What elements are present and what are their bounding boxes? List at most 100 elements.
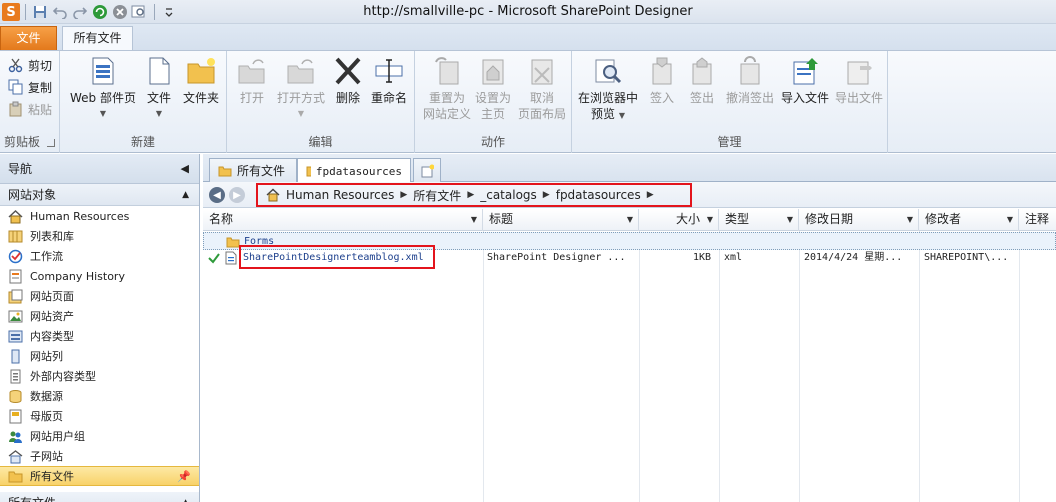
image-icon [8, 309, 23, 324]
pin-icon[interactable]: 📌 [177, 470, 191, 483]
import-files-button[interactable]: 导入文件 [778, 56, 832, 106]
nav-label: 网站页面 [30, 290, 74, 303]
column-modified-by-label: 修改者 [925, 212, 962, 226]
site-pages-icon [8, 289, 23, 304]
new-tab-button[interactable] [413, 158, 441, 182]
actions-group-label: 动作 [480, 135, 505, 149]
page-icon [8, 269, 23, 284]
new-file-button[interactable]: 文件 ▼ [142, 56, 176, 122]
filter-dropdown-icon[interactable]: ▼ [471, 209, 477, 230]
breadcrumb-item-all-files[interactable]: 所有文件 [413, 187, 461, 204]
back-button[interactable]: ◀ [209, 187, 225, 203]
forward-button[interactable]: ▶ [229, 187, 245, 203]
chevron-down-icon: ▼ [155, 109, 163, 118]
content-types-icon [8, 329, 23, 344]
filter-dropdown-icon[interactable]: ▼ [787, 209, 793, 230]
chevron-down-icon: ▼ [99, 109, 107, 118]
reset-to-site-definition-button[interactable]: 重置为 网站定义 [419, 56, 475, 122]
set-home-label-line1: 设置为 [474, 91, 511, 105]
delete-button[interactable]: 删除 [331, 56, 365, 106]
column-type[interactable]: 类型 ▼ [719, 209, 799, 231]
nav-label: 数据源 [30, 390, 63, 403]
column-name[interactable]: 名称 ▼ [203, 209, 483, 231]
nav-item-site-groups[interactable]: 网站用户组 [0, 426, 199, 446]
nav-item-site-columns[interactable]: 网站列 [0, 346, 199, 366]
reset-label-line2: 网站定义 [422, 107, 471, 121]
tab-all-files[interactable]: 所有文件 [62, 26, 133, 51]
open-with-button[interactable]: 打开方式 ▼ [273, 56, 329, 122]
column-comments[interactable]: 注释 [1019, 209, 1056, 231]
export-file-button[interactable]: 导出文件 [832, 56, 886, 106]
check-out-button[interactable]: 签出 [684, 56, 720, 106]
column-size[interactable]: 大小 ▼ [639, 209, 719, 231]
nav-label: 子网站 [30, 450, 63, 463]
nav-label: 网站列 [30, 350, 63, 363]
nav-item-external-content-types[interactable]: 外部内容类型 [0, 366, 199, 386]
filter-dropdown-icon[interactable]: ▼ [907, 209, 913, 230]
tab-file[interactable]: 文件 [0, 26, 57, 50]
new-web-part-page-button[interactable]: Web 部件页 ▼ [68, 56, 138, 122]
nav-label: 外部内容类型 [30, 370, 96, 383]
dialog-launcher-icon[interactable] [47, 139, 55, 147]
tab-label: 所有文件 [237, 164, 286, 178]
tab-all-files-doc[interactable]: 所有文件 [209, 158, 297, 182]
breadcrumb-separator-icon[interactable]: ▶ [467, 190, 474, 200]
manage-group: 在浏览器中 预览 ▼ 签入 签出 撤消签出 导入文件 导出文件 管理 [572, 51, 888, 153]
check-in-button[interactable]: 签入 [644, 56, 680, 106]
nav-item-site-pages[interactable]: 网站页面 [0, 286, 199, 306]
filter-dropdown-icon[interactable]: ▼ [627, 209, 633, 230]
nav-item-site-assets[interactable]: 网站资产 [0, 306, 199, 326]
row-modified: 2014/4/24 星期... [804, 252, 903, 263]
check-in-label: 签入 [649, 91, 674, 105]
rename-button[interactable]: 重命名 [367, 56, 411, 106]
nav-item-human-resources[interactable]: Human Resources [0, 206, 199, 226]
navigation-header: 导航 ◀ [0, 154, 199, 184]
home-page-icon [482, 59, 504, 85]
detach-label-line2: 页面布局 [517, 107, 566, 121]
new-folder-button[interactable]: 文件夹 [180, 56, 222, 106]
cut-button[interactable]: 剪切 [8, 55, 52, 75]
nav-item-lists-libraries[interactable]: 列表和库 [0, 226, 199, 246]
highlight-box [239, 245, 435, 269]
breadcrumb-item-fpdatasources[interactable]: fpdatasources [556, 188, 641, 202]
column-divider [719, 231, 720, 502]
nav-item-workflows[interactable]: 工作流 [0, 246, 199, 266]
filter-dropdown-icon[interactable]: ▼ [707, 209, 713, 230]
nav-item-company-history[interactable]: Company History [0, 266, 199, 286]
nav-label: Human Resources [30, 209, 130, 223]
web-part-page-label: Web 部件页 [70, 91, 136, 105]
column-modified-date[interactable]: 修改日期 ▼ [799, 209, 919, 231]
preview-label-line2: 预览 ▼ [591, 107, 625, 121]
preview-in-browser-button[interactable]: 在浏览器中 预览 ▼ [576, 56, 640, 124]
column-size-label: 大小 [675, 212, 700, 226]
undo-check-out-button[interactable]: 撤消签出 [724, 56, 776, 106]
nav-item-content-types[interactable]: 内容类型 [0, 326, 199, 346]
folder-icon [187, 58, 215, 84]
nav-item-data-sources[interactable]: 数据源 [0, 386, 199, 406]
nav-item-master-pages[interactable]: 母版页 [0, 406, 199, 426]
tab-fpdatasources[interactable]: fpdatasources [297, 158, 411, 183]
collapse-pane-icon[interactable]: ◀ [181, 162, 189, 175]
column-modified-by[interactable]: 修改者 ▼ [919, 209, 1019, 231]
breadcrumb-item-catalogs[interactable]: _catalogs [480, 188, 537, 202]
set-as-home-button[interactable]: 设置为 主页 [473, 56, 513, 122]
column-comments-label: 注释 [1025, 212, 1050, 226]
copy-button[interactable]: 复制 [8, 77, 52, 97]
nav-item-subsites[interactable]: 子网站 [0, 446, 199, 466]
breadcrumb-separator-icon[interactable]: ▶ [400, 190, 407, 200]
open-button[interactable]: 打开 [235, 56, 269, 106]
web-part-page-icon [92, 57, 114, 85]
breadcrumb-separator-icon[interactable]: ▶ [543, 190, 550, 200]
filter-dropdown-icon[interactable]: ▼ [1007, 209, 1013, 230]
breadcrumb-item-site[interactable]: Human Resources [286, 188, 394, 202]
open-label: 打开 [239, 91, 264, 105]
column-title[interactable]: 标题 ▼ [483, 209, 639, 231]
detach-page-layout-button[interactable]: 取消 页面布局 [515, 56, 569, 122]
row-modified-by: SHAREPOINT\... [924, 252, 1009, 263]
site-objects-header[interactable]: 网站对象 ▲ [0, 184, 199, 206]
paste-button[interactable]: 粘贴 [8, 99, 52, 119]
file-label: 文件 [146, 91, 171, 105]
breadcrumb-separator-icon[interactable]: ▶ [647, 190, 654, 200]
nav-item-all-files[interactable]: 所有文件 📌 [0, 466, 199, 486]
all-files-section-header[interactable]: 所有文件 ▲ [0, 492, 199, 502]
